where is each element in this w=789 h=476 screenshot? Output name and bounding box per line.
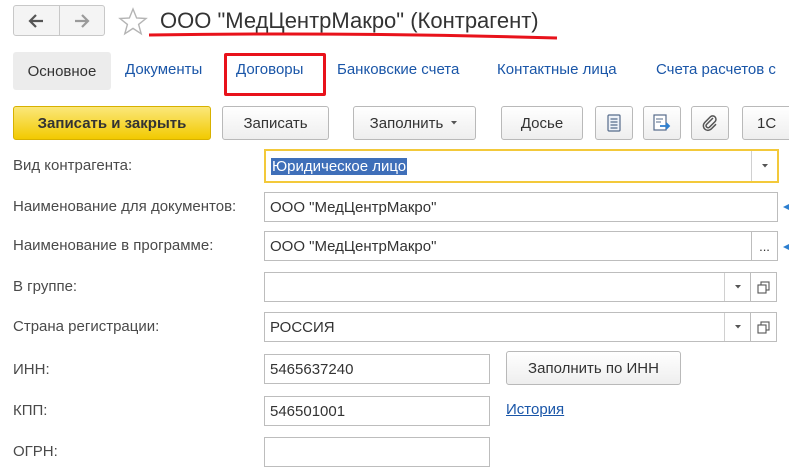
arrow-left-icon [28, 13, 44, 28]
caret-down-icon [734, 285, 741, 289]
fill-by-inn-button[interactable]: Заполнить по ИНН [506, 351, 681, 385]
prog-name-input[interactable]: ООО "МедЦентрМакро" [264, 231, 752, 261]
group-dropdown-button[interactable] [724, 273, 750, 301]
document-list-icon [607, 114, 621, 132]
nav-button-group [13, 5, 105, 36]
fill-dropdown-button[interactable]: Заполнить [353, 106, 476, 140]
doc-name-label: Наименование для документов: [13, 198, 237, 215]
kind-label: Вид контрагента: [13, 157, 133, 174]
history-link[interactable]: История [506, 401, 564, 418]
inn-label: ИНН: [13, 361, 50, 378]
open-window-icon [757, 280, 770, 294]
save-and-close-button[interactable]: Записать и закрыть [13, 106, 211, 140]
doc-name-value: ООО "МедЦентрМакро" [270, 198, 437, 216]
back-button[interactable] [14, 6, 59, 35]
tab-documents[interactable]: Документы [125, 61, 202, 78]
ogrn-label: ОГРН: [13, 443, 58, 460]
dossier-button[interactable]: Досье [501, 106, 583, 140]
caret-down-icon [734, 325, 741, 329]
onec-label: 1С [757, 114, 777, 132]
document-arrow-icon [653, 114, 671, 131]
group-select[interactable] [264, 272, 751, 302]
kind-select-value: Юридическое лицо [271, 157, 408, 175]
inn-value: 5465637240 [270, 360, 354, 378]
save-and-close-label: Записать и закрыть [37, 114, 187, 132]
kind-dropdown-button[interactable] [751, 151, 777, 181]
dossier-label: Досье [520, 114, 564, 132]
fill-by-inn-label: Заполнить по ИНН [528, 359, 659, 377]
group-label: В группе: [13, 278, 78, 295]
country-dropdown-button[interactable] [724, 313, 750, 341]
print-forms-button[interactable] [643, 106, 681, 140]
contracts-highlight-annotation [224, 53, 326, 96]
prog-name-label: Наименование в программе: [13, 237, 214, 254]
prog-name-value: ООО "МедЦентрМакро" [270, 237, 437, 255]
edge-arrow-icon [783, 237, 789, 250]
kpp-value: 546501001 [270, 402, 346, 420]
kind-select[interactable]: Юридическое лицо [264, 149, 779, 183]
doc-name-input[interactable]: ООО "МедЦентрМакро" [264, 192, 778, 222]
onec-button[interactable]: 1С [742, 106, 789, 140]
fill-label: Заполнить [369, 114, 444, 132]
tab-main-label: Основное [27, 62, 97, 80]
tab-contact-persons[interactable]: Контактные лица [497, 61, 617, 78]
prog-name-more-button[interactable]: ... [751, 231, 778, 261]
ogrn-input[interactable] [264, 437, 490, 467]
country-value: РОССИЯ [270, 318, 335, 336]
save-label: Записать [243, 114, 308, 132]
group-open-button[interactable] [751, 272, 777, 302]
inn-input[interactable]: 5465637240 [264, 354, 490, 384]
country-select[interactable]: РОССИЯ [264, 312, 751, 342]
forward-button[interactable] [58, 6, 104, 35]
attach-files-button[interactable] [691, 106, 729, 140]
edge-arrow-icon [783, 197, 789, 210]
caret-down-icon [451, 121, 458, 125]
kpp-input[interactable]: 546501001 [264, 396, 490, 426]
report-list-button[interactable] [595, 106, 633, 140]
arrow-right-icon [74, 13, 90, 28]
tab-bank-accounts[interactable]: Банковские счета [337, 61, 459, 78]
more-label: ... [759, 238, 770, 254]
title-underline-annotation [148, 32, 558, 40]
country-open-button[interactable] [751, 312, 777, 342]
tab-main[interactable]: Основное [13, 52, 111, 90]
country-label: Страна регистрации: [13, 318, 160, 335]
tab-settlement-accounts[interactable]: Счета расчетов с [656, 61, 776, 78]
paperclip-icon [702, 115, 717, 132]
caret-down-icon [761, 164, 768, 168]
save-button[interactable]: Записать [222, 106, 329, 140]
kpp-label: КПП: [13, 402, 48, 419]
favorite-star-icon[interactable] [118, 7, 148, 37]
open-window-icon [757, 320, 770, 334]
